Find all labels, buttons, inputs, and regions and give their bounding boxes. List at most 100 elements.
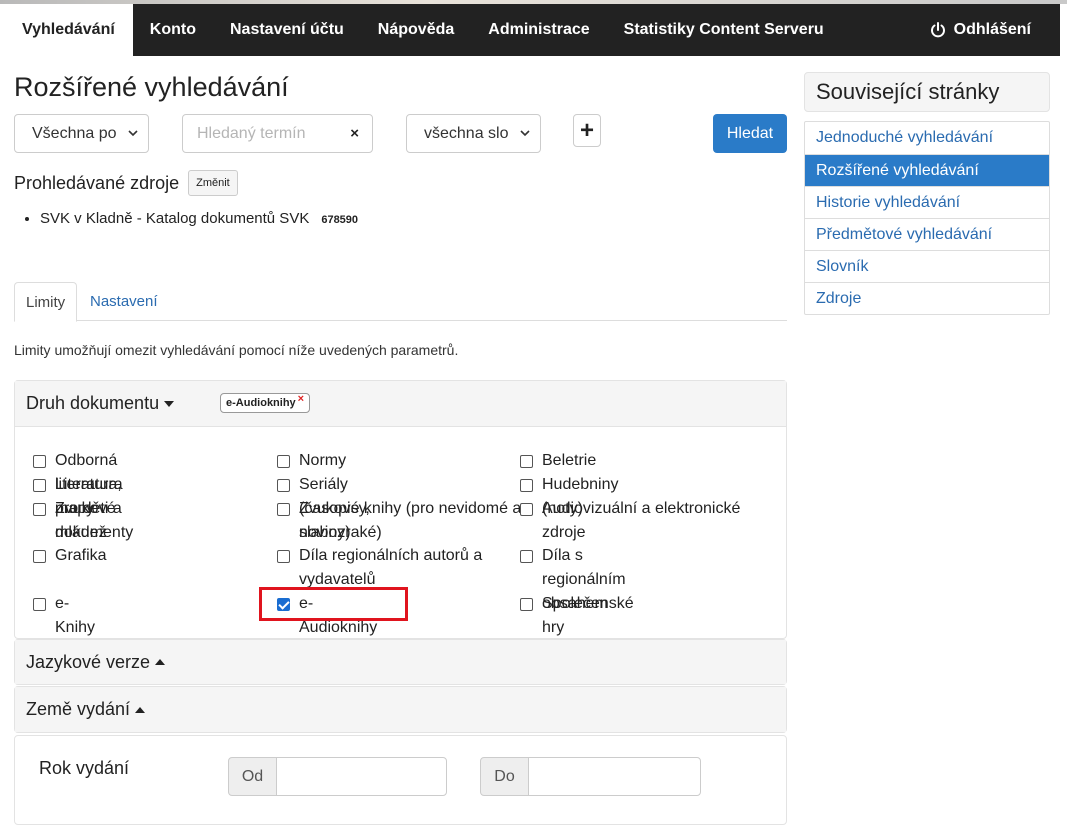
year-from-addon: Od: [228, 757, 277, 796]
list-item: SVK v Kladně - Katalog dokumentů SVK 6785…: [40, 210, 358, 227]
country-heading: Země vydání: [26, 699, 131, 719]
caret-up-icon: [155, 659, 166, 665]
option-label-line1: Zvukové knihy (pro nevidomé a: [299, 500, 522, 517]
sources-title: Prohledávané zdroje: [14, 172, 180, 193]
sources-header: Prohledávané zdroje Změnit: [14, 170, 238, 196]
active-filter-label: e-Audioknihy: [226, 397, 296, 409]
option-label-line2: vydavatelů: [299, 571, 376, 588]
option-dila-regionalnich-autoru[interactable]: Díla regionálních autorů a vydavatelů: [277, 544, 507, 592]
sidebar-item-zdroje[interactable]: Zdroje: [805, 282, 1049, 314]
option-label-line1: Audiovizuální a elektronické: [542, 500, 741, 517]
option-label: Beletrie: [542, 452, 597, 469]
option-label: e-Knihy: [55, 595, 96, 636]
source-list: SVK v Kladně - Katalog dokumentů SVK 6785…: [40, 210, 358, 227]
sidebar-item-slovnik[interactable]: Slovník: [805, 250, 1049, 282]
chevron-down-icon: [520, 130, 530, 137]
option-audiovizualni[interactable]: Audiovizuální a elektronické zdroje: [520, 497, 750, 545]
checkbox[interactable]: [520, 455, 533, 468]
highlight-box: [259, 587, 408, 621]
nav-statistiky[interactable]: Statistiky Content Serveru: [607, 4, 841, 56]
nav-konto[interactable]: Konto: [133, 4, 213, 56]
main-navbar: Vyhledávání Konto Nastavení účtu Nápověd…: [4, 4, 1060, 56]
option-label: Normy: [299, 452, 347, 469]
language-header[interactable]: Jazykové verze: [15, 640, 786, 684]
checkbox[interactable]: [33, 550, 46, 563]
checkbox[interactable]: [520, 479, 533, 492]
doc-type-heading: Druh dokumentu: [26, 393, 160, 413]
power-icon: [930, 22, 946, 38]
words-select-value: všechna slo: [424, 124, 509, 142]
sidebar-title: Související stránky: [804, 72, 1050, 112]
country-panel: Země vydání: [14, 686, 787, 733]
option-label-line2: zdroje: [542, 524, 586, 541]
clear-icon[interactable]: ×: [350, 125, 359, 142]
search-term-input[interactable]: Hledaný termín ×: [182, 114, 373, 153]
option-e-knihy[interactable]: e-Knihy: [33, 592, 95, 640]
tab-limity[interactable]: Limity: [14, 282, 78, 322]
year-label: Rok vydání: [39, 758, 130, 778]
doc-type-header[interactable]: Druh dokumentu e-Audioknihy ×: [15, 381, 786, 427]
tabs: Limity Nastavení: [14, 282, 787, 322]
sidebar-item-predmetove[interactable]: Předmětové vyhledávání: [805, 218, 1049, 250]
country-header[interactable]: Země vydání: [15, 687, 786, 732]
option-zvukove-dokumenty[interactable]: Zvukové dokumenty: [33, 497, 133, 545]
words-select[interactable]: všechna slo: [406, 114, 541, 153]
nav-nastaveni-uctu[interactable]: Nastavení účtu: [213, 4, 361, 56]
remove-filter-icon[interactable]: ×: [298, 393, 304, 405]
checkbox[interactable]: [277, 550, 290, 563]
source-name: SVK v Kladně - Katalog dokumentů SVK: [40, 210, 310, 227]
logout-link[interactable]: Odhlášení: [913, 4, 1060, 56]
option-normy[interactable]: Normy: [277, 449, 346, 473]
option-label: Zvukové knihy (pro nevidomé a slabozraké): [299, 497, 521, 545]
nav-vyhledavani[interactable]: Vyhledávání: [4, 4, 133, 56]
caret-up-icon: [135, 706, 146, 713]
page-title: Rozšířené vyhledávání: [14, 72, 289, 102]
checkbox[interactable]: [520, 503, 533, 516]
option-grafika[interactable]: Grafika: [33, 544, 107, 568]
option-label: Audiovizuální a elektronické zdroje: [542, 497, 740, 545]
sidebar-item-jednoduche[interactable]: Jednoduché vyhledávání: [805, 122, 1049, 154]
option-label: Grafika: [55, 547, 107, 564]
active-filter-tag[interactable]: e-Audioknihy ×: [220, 393, 311, 413]
sidebar-item-rozsirene[interactable]: Rozšířené vyhledávání: [805, 154, 1049, 186]
field-select[interactable]: Všechna po: [14, 114, 149, 153]
tab-nastaveni[interactable]: Nastavení: [79, 282, 169, 321]
option-beletrie[interactable]: Beletrie: [520, 449, 596, 473]
search-term-placeholder: Hledaný termín: [197, 124, 306, 142]
checkbox[interactable]: [33, 503, 46, 516]
checkbox[interactable]: [277, 455, 290, 468]
checkbox[interactable]: [33, 598, 46, 611]
option-label: Zvukové dokumenty: [55, 500, 134, 541]
search-button[interactable]: Hledat: [713, 114, 787, 153]
caret-down-icon: [164, 400, 175, 407]
checkbox[interactable]: [520, 598, 533, 611]
option-zvukove-knihy[interactable]: Zvukové knihy (pro nevidomé a slabozraké): [277, 497, 522, 545]
option-label-line1: Díla regionálních autorů a: [299, 547, 483, 564]
chevron-down-icon: [128, 130, 138, 137]
sidebar-list: Jednoduché vyhledávání Rozšířené vyhledá…: [804, 121, 1050, 315]
sidebar-item-historie[interactable]: Historie vyhledávání: [805, 186, 1049, 218]
checkbox[interactable]: [277, 503, 290, 516]
year-to-input[interactable]: [528, 757, 701, 796]
checkbox[interactable]: [33, 455, 46, 468]
limits-description: Limity umožňují omezit vyhledávání pomoc…: [14, 342, 459, 358]
option-spolecenske-hry[interactable]: Společenské hry: [520, 592, 634, 640]
option-label-line2: slabozraké): [299, 524, 382, 541]
logout-label: Odhlášení: [953, 21, 1031, 38]
year-from-input[interactable]: [276, 757, 447, 796]
checkbox[interactable]: [33, 479, 46, 492]
option-label: Díla regionálních autorů a vydavatelů: [299, 544, 482, 592]
language-panel: Jazykové verze: [14, 639, 787, 685]
option-label: Společenské hry: [542, 595, 634, 636]
add-row-button[interactable]: +: [573, 114, 601, 147]
nav-napoveda[interactable]: Nápověda: [361, 4, 471, 56]
checkbox[interactable]: [277, 479, 290, 492]
field-select-value: Všechna po: [32, 124, 117, 142]
search-row: Všechna po Hledaný termín × všechna slo …: [14, 114, 787, 154]
checkbox[interactable]: [520, 550, 533, 563]
source-count: 678590: [321, 214, 359, 226]
year-to-addon: Do: [480, 757, 529, 796]
change-sources-button[interactable]: Změnit: [188, 170, 238, 196]
language-heading: Jazykové verze: [26, 651, 151, 672]
nav-administrace[interactable]: Administrace: [471, 4, 606, 56]
